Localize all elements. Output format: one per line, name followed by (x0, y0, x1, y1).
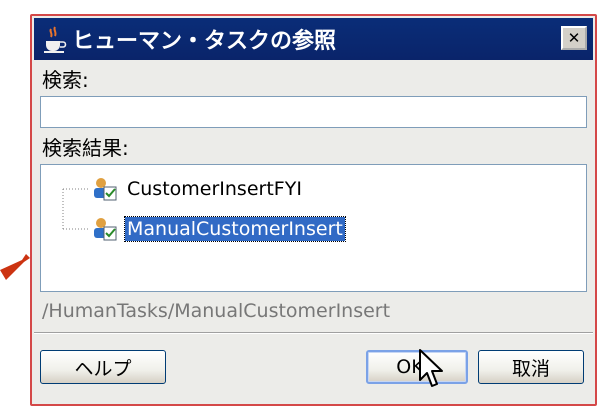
divider (34, 332, 593, 334)
search-label: 検索: (42, 68, 89, 92)
title-bar[interactable]: ヒューマン・タスクの参照 ✕ (34, 18, 593, 60)
ok-button[interactable]: OK (366, 350, 468, 384)
help-button[interactable]: ヘルプ (40, 350, 166, 384)
search-input[interactable] (40, 96, 587, 128)
human-task-icon (94, 178, 117, 201)
human-task-icon (94, 218, 117, 241)
java-cup-icon (44, 26, 67, 53)
close-icon: ✕ (567, 29, 581, 47)
tree-item-manualcustomerinsert[interactable]: ManualCustomerInsert (91, 215, 346, 243)
help-button-label: ヘルプ (74, 357, 132, 380)
pointer-arrow-icon (0, 254, 30, 280)
tree-item-label: CustomerInsertFYI (127, 178, 302, 200)
tree-item-label-selected: ManualCustomerInsert (124, 216, 346, 242)
tree-item-customerinsertfyi[interactable]: CustomerInsertFYI (91, 175, 304, 203)
cancel-button[interactable]: 取消 (478, 350, 584, 384)
mouse-cursor-icon (419, 349, 443, 387)
browse-human-task-dialog: ヒューマン・タスクの参照 ✕ 検索: 検索結果: CustomerInsertF… (30, 14, 597, 406)
close-button[interactable]: ✕ (561, 26, 587, 50)
dialog-title: ヒューマン・タスクの参照 (72, 29, 337, 54)
cancel-button-label: 取消 (511, 357, 550, 380)
selected-path: /HumanTasks/ManualCustomerInsert (42, 300, 391, 322)
results-tree[interactable]: CustomerInsertFYI ManualCustomerInsert (40, 164, 587, 292)
results-label: 検索結果: (42, 136, 129, 160)
